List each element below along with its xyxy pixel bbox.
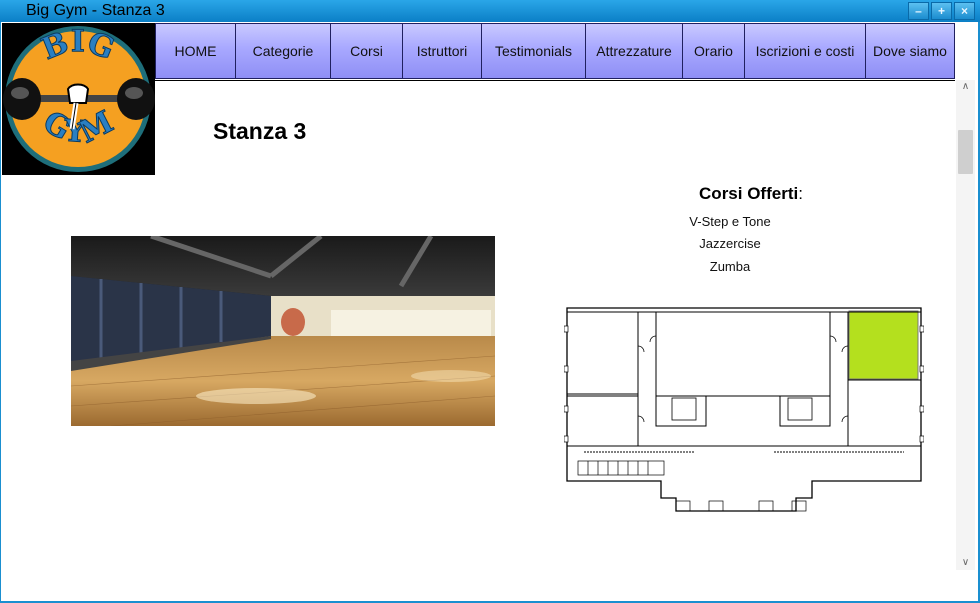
window-title: Big Gym - Stanza 3: [26, 2, 165, 19]
courses-heading: Corsi Offerti:: [601, 184, 901, 204]
nav-istruttori[interactable]: Istruttori: [402, 23, 482, 79]
nav-iscrizioni[interactable]: Iscrizioni e costi: [744, 23, 866, 79]
minimize-button[interactable]: –: [908, 2, 929, 20]
page-title: Stanza 3: [213, 118, 307, 144]
big-gym-logo[interactable]: BIG GYM: [2, 23, 155, 175]
main-navigation: HOME Categorie Corsi Istruttori Testimon…: [155, 23, 955, 81]
nav-home[interactable]: HOME: [155, 23, 236, 79]
scrollbar-thumb[interactable]: [958, 130, 973, 174]
courses-heading-text: Corsi Offerti: [699, 184, 799, 203]
page-content: BIG GYM HOME Categorie Corsi Istruttori …: [1, 22, 978, 601]
highlighted-room-3[interactable]: [848, 310, 919, 380]
scroll-down-arrow-icon[interactable]: ∨: [956, 556, 975, 570]
nav-attrezzature[interactable]: Attrezzature: [585, 23, 683, 79]
course-item: Jazzercise: [699, 236, 761, 251]
scroll-up-arrow-icon[interactable]: ∧: [956, 80, 975, 94]
window-titlebar: Big Gym - Stanza 3 – + ×: [0, 0, 980, 22]
maximize-button[interactable]: +: [931, 2, 952, 20]
nav-categorie[interactable]: Categorie: [235, 23, 331, 79]
close-button[interactable]: ×: [954, 2, 975, 20]
floor-plan-map: [563, 306, 925, 516]
course-item: Zumba: [709, 259, 751, 274]
nav-dove-siamo[interactable]: Dove siamo: [865, 23, 955, 79]
courses-heading-colon: :: [798, 184, 803, 203]
nav-corsi[interactable]: Corsi: [330, 23, 403, 79]
nav-orario[interactable]: Orario: [682, 23, 745, 79]
vertical-scrollbar[interactable]: ∧ ∨: [956, 80, 975, 570]
nav-testimonials[interactable]: Testimonials: [481, 23, 586, 79]
room-photo: [70, 233, 496, 427]
course-item: V-Step e Tone: [689, 214, 771, 229]
